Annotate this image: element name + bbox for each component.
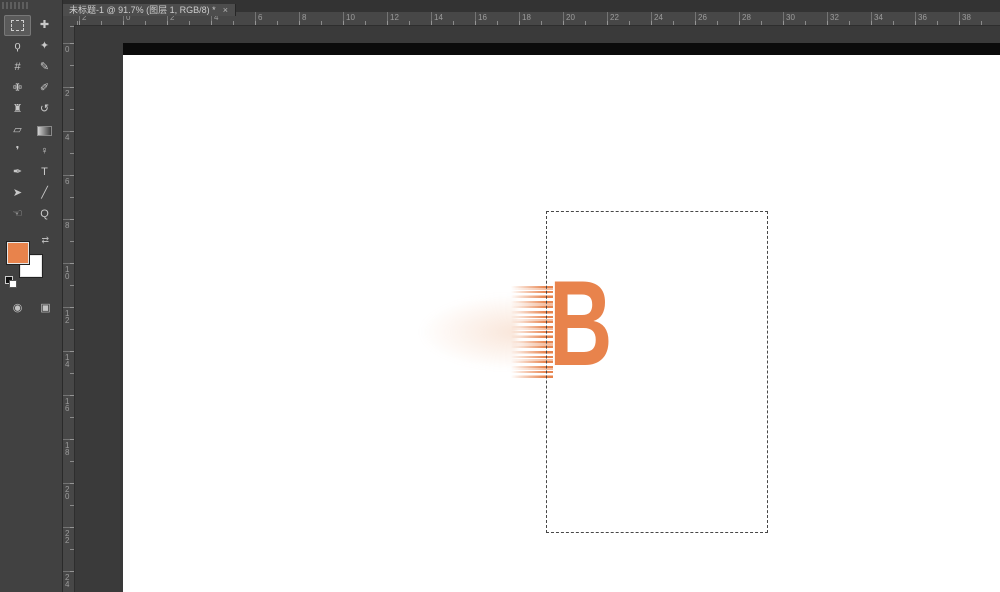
quick-mask-button[interactable]: ◉ — [9, 301, 26, 315]
path-selection-tool-icon: ➤ — [12, 187, 23, 199]
selection-marquee — [546, 211, 768, 533]
spot-healing-brush-tool-button[interactable]: ✙ — [4, 78, 31, 99]
quick-selection-tool-icon: ✦ — [39, 40, 50, 52]
screen-mode-button[interactable]: ▣ — [37, 301, 54, 315]
ruler-h-label: 32 — [827, 12, 839, 25]
screen-mode-icon: ▣ — [40, 301, 51, 314]
zoom-tool-icon: Q — [40, 208, 49, 220]
ruler-v-label: 6 — [62, 175, 74, 186]
ruler-h-label: 6 — [255, 12, 262, 25]
line-tool-button[interactable]: ╱ — [31, 183, 58, 204]
eyedropper-tool-button[interactable]: ✎ — [31, 57, 58, 78]
ruler-h-label: 8 — [299, 12, 306, 25]
toolbar-bottom-buttons: ◉ ▣ — [9, 301, 62, 315]
canvas-top-strip — [123, 43, 1000, 55]
ruler-h-label: 38 — [959, 12, 971, 25]
ruler-v-label: 2 — [62, 87, 74, 98]
lasso-tool-icon: ϙ — [14, 40, 21, 52]
ruler-h-label: 12 — [387, 12, 399, 25]
tab-bar: 未标题-1 @ 91.7% (图层 1, RGB/8) * × — [62, 0, 1000, 16]
ruler-v-label: 1 6 — [62, 395, 74, 413]
crop-tool-icon: # — [14, 61, 21, 73]
foreground-swatch[interactable] — [7, 242, 29, 264]
gradient-tool-icon — [37, 125, 52, 136]
document-canvas[interactable]: B — [123, 43, 1000, 592]
ruler-v-label: 1 4 — [62, 351, 74, 369]
ruler-h-label: 14 — [431, 12, 443, 25]
ruler-h-label: 24 — [651, 12, 663, 25]
default-background-mini — [9, 280, 17, 288]
blur-tool-button[interactable]: ❜ — [4, 141, 31, 162]
document-tab[interactable]: 未标题-1 @ 91.7% (图层 1, RGB/8) * × — [62, 4, 236, 16]
document-tab-title: 未标题-1 @ 91.7% (图层 1, RGB/8) * — [69, 5, 216, 15]
ruler-v-label: 2 0 — [62, 483, 74, 501]
ruler-v-label: 4 — [62, 131, 74, 142]
eraser-tool-button[interactable]: ▱ — [4, 120, 31, 141]
tab-close-icon[interactable]: × — [223, 4, 228, 16]
brush-tool-icon: ✐ — [39, 82, 50, 94]
canvas-viewport[interactable]: B — [74, 25, 1000, 592]
color-swatches: ⇄ — [5, 235, 49, 288]
quick-selection-tool-button[interactable]: ✦ — [31, 36, 58, 57]
swap-colors-icon[interactable]: ⇄ — [41, 235, 49, 246]
default-colors-icon[interactable] — [5, 276, 17, 288]
rectangular-marquee-tool-icon — [11, 20, 24, 31]
gradient-tool-button[interactable] — [31, 120, 58, 141]
path-selection-tool-button[interactable]: ➤ — [4, 183, 31, 204]
dodge-tool-button[interactable]: ♀ — [31, 141, 58, 162]
move-tool-icon: ✚ — [39, 19, 50, 31]
ruler-h-label: 26 — [695, 12, 707, 25]
ruler-v-label: 8 — [62, 219, 74, 230]
ruler-v-label: 2 2 — [62, 527, 74, 545]
blur-tool-icon: ❜ — [15, 145, 20, 157]
tool-grid: ✚ ϙ ✦ # ✎ ✙ ✐ ♜ ↺ ▱ ❜ ♀ ✒ T ➤ ╱ ☜ Q — [4, 15, 58, 225]
ruler-v-label: 1 0 — [62, 263, 74, 281]
clone-stamp-tool-button[interactable]: ♜ — [4, 99, 31, 120]
zoom-tool-button[interactable]: Q — [31, 204, 58, 225]
ruler-h-label: 30 — [783, 12, 795, 25]
lasso-tool-button[interactable]: ϙ — [4, 36, 31, 57]
history-brush-tool-button[interactable]: ↺ — [31, 99, 58, 120]
ruler-v-label: 1 2 — [62, 307, 74, 325]
eraser-tool-icon: ▱ — [13, 124, 22, 136]
ruler-v-label: 0 — [62, 43, 74, 54]
ruler-h-label: 16 — [475, 12, 487, 25]
type-tool-button[interactable]: T — [31, 162, 58, 183]
quick-mask-icon: ◉ — [12, 301, 23, 314]
clone-stamp-tool-icon: ♜ — [12, 103, 23, 115]
ruler-v-label: 1 8 — [62, 439, 74, 457]
tools-panel: ✚ ϙ ✦ # ✎ ✙ ✐ ♜ ↺ ▱ ❜ ♀ ✒ T ➤ ╱ ☜ Q ⇄ ◉ ▣ — [0, 0, 63, 592]
rectangular-marquee-tool-button[interactable] — [4, 15, 31, 36]
ruler-h-label: 34 — [871, 12, 883, 25]
eyedropper-tool-icon: ✎ — [39, 61, 50, 73]
pen-tool-button[interactable]: ✒ — [4, 162, 31, 183]
ruler-h-label: 10 — [343, 12, 355, 25]
ruler-h-label: 20 — [563, 12, 575, 25]
ruler-h-label: 36 — [915, 12, 927, 25]
spot-healing-brush-tool-icon: ✙ — [12, 82, 23, 94]
pen-tool-icon: ✒ — [12, 166, 23, 178]
ruler-vertical[interactable]: 0 2 4 6 8 1 0 1 2 1 4 1 6 1 8 2 0 2 2 2 4 — [62, 25, 75, 592]
brush-tool-button[interactable]: ✐ — [31, 78, 58, 99]
smudge-faint — [421, 295, 517, 369]
hand-tool-icon: ☜ — [12, 208, 23, 220]
crop-tool-button[interactable]: # — [4, 57, 31, 78]
history-brush-tool-icon: ↺ — [39, 103, 50, 115]
ruler-h-label: 22 — [607, 12, 619, 25]
ruler-h-label: 18 — [519, 12, 531, 25]
ruler-h-label: 28 — [739, 12, 751, 25]
toolbar-grip[interactable] — [2, 2, 30, 9]
hand-tool-button[interactable]: ☜ — [4, 204, 31, 225]
photoshop-window: 未标题-1 @ 91.7% (图层 1, RGB/8) * × ✚ ϙ ✦ # ✎ ✙ ✐ ♜… — [0, 0, 1000, 592]
dodge-tool-icon: ♀ — [40, 145, 49, 157]
ruler-v-label: 2 4 — [62, 571, 74, 589]
line-tool-icon: ╱ — [41, 187, 48, 199]
type-tool-icon: T — [41, 166, 48, 178]
move-tool-button[interactable]: ✚ — [31, 15, 58, 36]
